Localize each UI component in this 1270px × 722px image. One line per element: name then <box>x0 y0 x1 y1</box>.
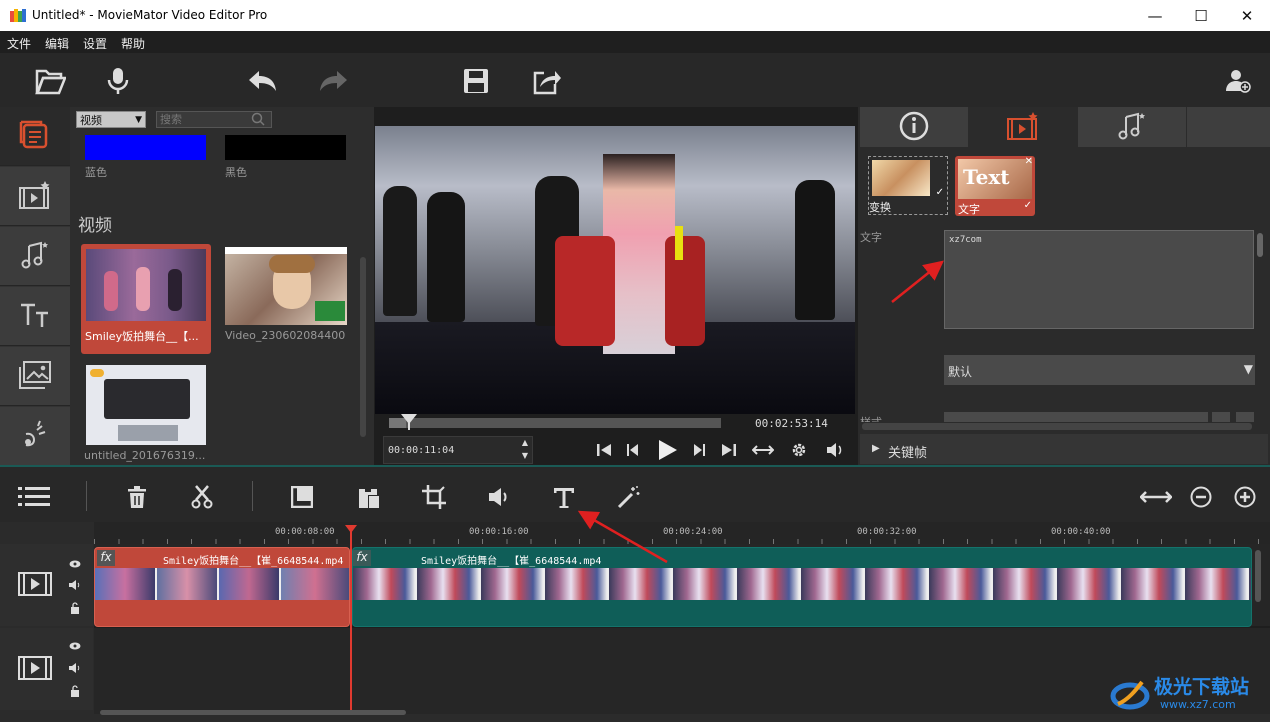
watermark-url: www.xz7.com <box>1160 698 1236 711</box>
watermark: 极光下载站 www.xz7.com <box>1110 670 1270 720</box>
annotation-arrows <box>577 260 944 564</box>
watermark-logo-icon <box>1110 674 1150 714</box>
watermark-text: 极光下载站 <box>1154 676 1250 698</box>
